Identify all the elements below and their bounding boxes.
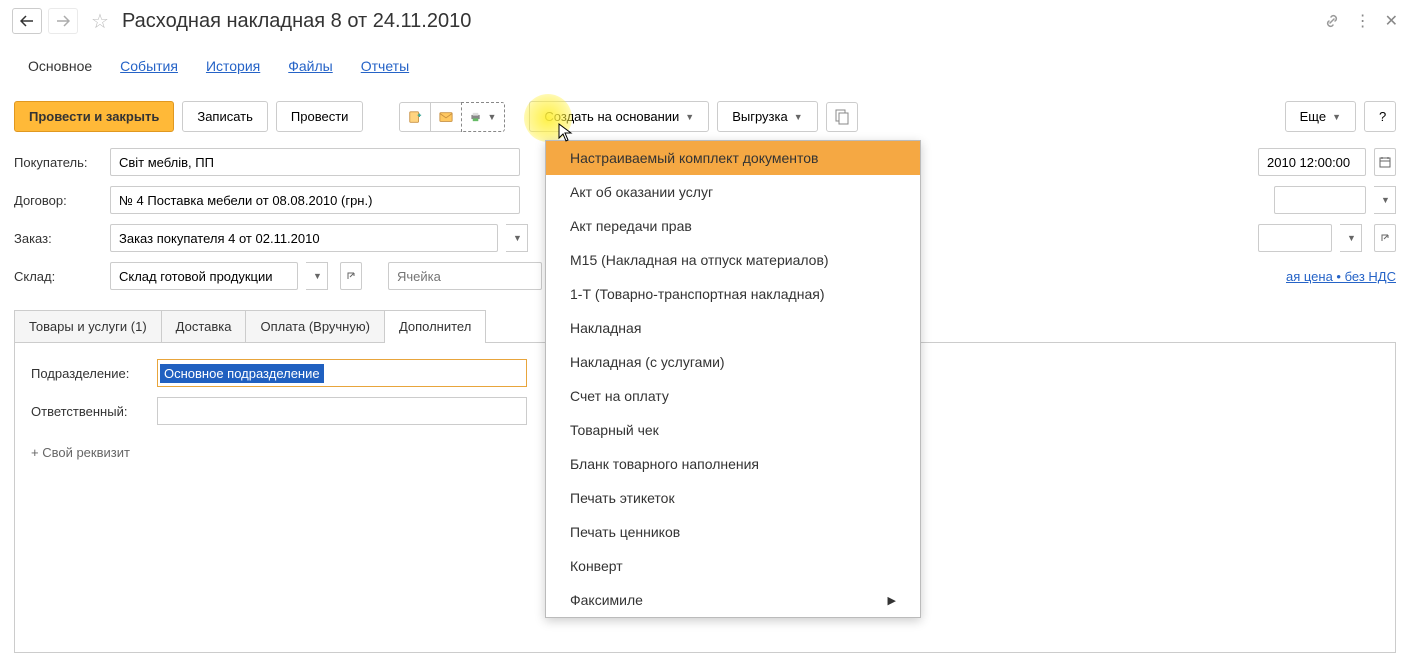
print-dropdown-menu: Настраиваемый комплект документов Акт об… [545, 140, 921, 618]
chevron-down-icon: ▼ [685, 112, 694, 122]
chevron-down-icon: ▼ [513, 233, 522, 243]
more-label: Еще [1300, 109, 1326, 124]
tab-files[interactable]: Файлы [274, 50, 346, 82]
post-button[interactable]: Провести [276, 101, 364, 132]
post-and-close-button[interactable]: Провести и закрыть [14, 101, 174, 132]
menu-item-invoice-services[interactable]: Накладная (с услугами) [546, 345, 920, 379]
toolbar: Провести и закрыть Записать Провести ▼ С… [0, 83, 1410, 144]
subtab-payment[interactable]: Оплата (Вручную) [245, 310, 384, 342]
document-plus-icon [408, 109, 422, 125]
subtab-delivery[interactable]: Доставка [161, 310, 247, 342]
tab-events[interactable]: События [106, 50, 192, 82]
dropdown-button2[interactable]: ▼ [1340, 224, 1362, 252]
titlebar: ☆ Расходная накладная 8 от 24.11.2010 ⋮ … [0, 0, 1410, 42]
icon-button-group: ▼ [399, 102, 505, 132]
tab-main[interactable]: Основное [14, 50, 106, 82]
subtab-goods[interactable]: Товары и услуги (1) [14, 310, 162, 342]
menu-item-facsimile[interactable]: Факсимиле ▶ [546, 583, 920, 617]
nav-back-button[interactable] [12, 8, 42, 34]
menu-item-payment-bill[interactable]: Счет на оплату [546, 379, 920, 413]
arrow-right-icon [56, 15, 70, 27]
link-icon[interactable] [1323, 12, 1341, 30]
menu-item-envelope[interactable]: Конверт [546, 549, 920, 583]
calendar-icon [1379, 156, 1391, 168]
tab-reports[interactable]: Отчеты [347, 50, 423, 82]
contract-input[interactable] [110, 186, 520, 214]
open-icon [1380, 233, 1390, 243]
warehouse-label: Склад: [14, 269, 102, 284]
printer-icon [470, 109, 481, 125]
arrow-left-icon [20, 15, 34, 27]
extra-select[interactable] [1274, 186, 1366, 214]
more-button[interactable]: Еще ▼ [1285, 101, 1356, 132]
nav-forward-button[interactable] [48, 8, 78, 34]
print-button[interactable]: ▼ [461, 102, 505, 132]
responsible-input[interactable] [157, 397, 527, 425]
window-title: Расходная накладная 8 от 24.11.2010 [122, 10, 1317, 33]
create-based-on-button[interactable]: Создать на основании ▼ [529, 101, 709, 132]
menu-item-service-act[interactable]: Акт об оказании услуг [546, 175, 920, 209]
chevron-down-icon: ▼ [488, 112, 497, 122]
calendar-button[interactable] [1374, 148, 1396, 176]
responsible-label: Ответственный: [31, 404, 151, 419]
buyer-label: Покупатель: [14, 155, 102, 170]
upload-button[interactable]: Выгрузка ▼ [717, 101, 817, 132]
chevron-down-icon: ▼ [313, 271, 322, 281]
menu-item-rights-act[interactable]: Акт передачи прав [546, 209, 920, 243]
chevron-down-icon: ▼ [1332, 112, 1341, 122]
more-options-icon[interactable]: ⋮ [1355, 11, 1371, 31]
chevron-down-icon: ▼ [1347, 233, 1356, 243]
date-input[interactable] [1258, 148, 1366, 176]
tab-history[interactable]: История [192, 50, 274, 82]
open-icon [346, 271, 356, 281]
menu-item-goods-form[interactable]: Бланк товарного наполнения [546, 447, 920, 481]
menu-item-1t[interactable]: 1-Т (Товарно-транспортная накладная) [546, 277, 920, 311]
warehouse-dropdown-button[interactable]: ▼ [306, 262, 328, 290]
order-dropdown-button[interactable]: ▼ [506, 224, 528, 252]
division-value: Основное подразделение [160, 364, 324, 383]
open-button[interactable] [1374, 224, 1396, 252]
copy-icon [835, 109, 849, 125]
attach-button[interactable] [399, 102, 431, 132]
menu-item-labels[interactable]: Печать этикеток [546, 481, 920, 515]
menu-item-m15[interactable]: М15 (Накладная на отпуск материалов) [546, 243, 920, 277]
price-mode-link[interactable]: ая цена • без НДС [1286, 269, 1396, 284]
menu-item-facsimile-label: Факсимиле [570, 592, 643, 608]
buyer-input[interactable] [110, 148, 520, 176]
division-input[interactable]: Основное подразделение [157, 359, 527, 387]
contract-label: Договор: [14, 193, 102, 208]
menu-item-custom-set[interactable]: Настраиваемый комплект документов [546, 141, 920, 175]
favorite-star-icon[interactable]: ☆ [88, 9, 112, 33]
dropdown-button[interactable]: ▼ [1374, 186, 1396, 214]
menu-item-receipt[interactable]: Товарный чек [546, 413, 920, 447]
copy-document-button[interactable] [826, 102, 858, 132]
upload-label: Выгрузка [732, 109, 788, 124]
extra-select2[interactable] [1258, 224, 1332, 252]
save-button[interactable]: Записать [182, 101, 268, 132]
subtab-additional[interactable]: Дополнител [384, 310, 486, 342]
titlebar-actions: ⋮ ✕ [1323, 11, 1398, 31]
envelope-icon [439, 110, 453, 124]
chevron-down-icon: ▼ [794, 112, 803, 122]
email-button[interactable] [430, 102, 462, 132]
warehouse-input[interactable] [110, 262, 298, 290]
cell-input[interactable] [388, 262, 542, 290]
help-button[interactable]: ? [1364, 101, 1396, 132]
chevron-down-icon: ▼ [1381, 195, 1390, 205]
order-label: Заказ: [14, 231, 102, 246]
warehouse-open-button[interactable] [340, 262, 362, 290]
create-based-label: Создать на основании [544, 109, 679, 124]
menu-item-invoice[interactable]: Накладная [546, 311, 920, 345]
submenu-arrow-icon: ▶ [888, 594, 896, 607]
order-input[interactable] [110, 224, 498, 252]
menu-item-price-tags[interactable]: Печать ценников [546, 515, 920, 549]
close-icon[interactable]: ✕ [1385, 11, 1398, 31]
division-label: Подразделение: [31, 366, 151, 381]
top-tabs: Основное События История Файлы Отчеты [0, 42, 1410, 83]
